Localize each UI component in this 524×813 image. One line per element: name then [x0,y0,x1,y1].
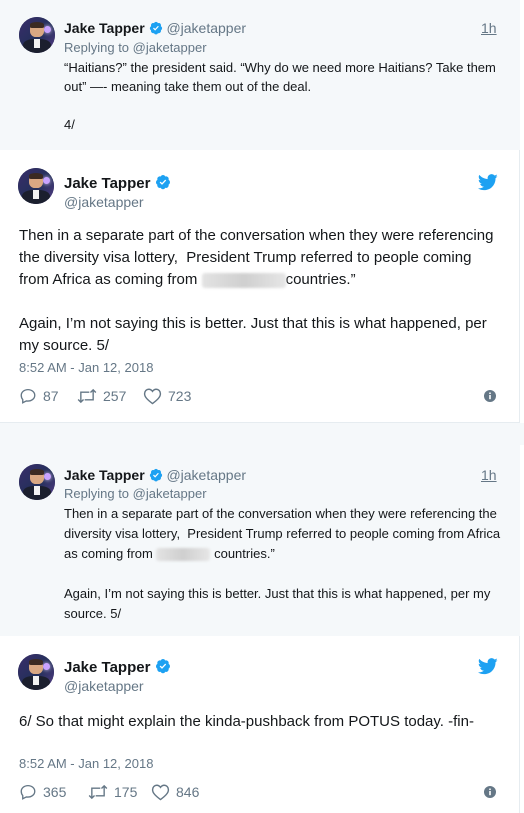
reply-tweet-4[interactable]: Jake Tapper @jaketapper 1h Replying to @… [0,0,520,150]
avatar[interactable] [19,464,55,500]
avatar[interactable] [19,17,55,53]
tweet-timestamp[interactable]: 8:52 AM - Jan 12, 2018 [19,756,153,771]
retweet-button[interactable]: 175 [88,783,137,801]
like-heart-icon [143,388,162,405]
like-button[interactable]: 723 [143,387,191,405]
reply-button[interactable]: 87 [19,387,59,405]
tweet-time[interactable]: 1h [481,20,497,36]
author-name[interactable]: Jake Tapper [64,659,150,676]
reply-count: 365 [43,784,67,800]
tweet-5[interactable]: Jake Tapper @jaketapper Then in a separa… [0,150,520,423]
thread-gap [0,423,524,445]
author-name[interactable]: Jake Tapper [64,175,150,192]
avatar[interactable] [18,654,54,690]
retweet-icon [77,388,97,404]
retweet-icon [88,784,108,800]
reply-icon [20,784,36,800]
like-button[interactable]: 846 [151,783,199,801]
verified-badge-icon [155,659,170,674]
tweet-text: Then in a separate part of the conversat… [64,504,504,624]
info-icon[interactable] [484,390,496,402]
tweet-text-part2: countries.” [210,546,275,561]
twitter-bird-icon[interactable] [478,174,498,191]
tweet-text: 6/ So that might explain the kinda-pushb… [19,713,474,730]
author-handle[interactable]: @jaketapper [64,194,144,210]
author-name[interactable]: Jake Tapper [64,467,145,483]
verified-badge-icon [149,468,162,482]
redacted-word [201,272,286,288]
redacted-word [156,548,211,562]
retweet-button[interactable]: 257 [77,387,126,405]
tweet-timestamp[interactable]: 8:52 AM - Jan 12, 2018 [19,360,153,375]
tweet-text-para2: Again, I’m not saying this is better. Ju… [64,586,494,621]
tweet-text: Then in a separate part of the conversat… [19,225,499,357]
tweet-text: “Haitians?” the president said. “Why do … [64,60,496,132]
tweet-6[interactable]: Jake Tapper @jaketapper 6/ So that might… [0,636,520,813]
like-count: 723 [168,388,192,404]
reply-count: 87 [43,388,59,404]
retweet-count: 175 [114,784,138,800]
verified-badge-icon [149,21,162,35]
twitter-bird-icon[interactable] [478,658,498,675]
author-handle[interactable]: @jaketapper [166,467,246,483]
tweet-text-para2: Again, I’m not saying this is better. Ju… [19,315,491,354]
author-handle[interactable]: @jaketapper [166,20,246,36]
info-icon[interactable] [484,786,496,798]
author-handle[interactable]: @jaketapper [64,678,144,694]
tweet-text-part1: Then in a separate part of the conversat… [64,506,504,561]
replying-to[interactable]: Replying to @jaketapper [64,40,207,55]
retweet-count: 257 [103,388,127,404]
like-heart-icon [151,784,170,801]
like-count: 846 [176,784,200,800]
replying-to[interactable]: Replying to @jaketapper [64,486,207,501]
avatar[interactable] [18,168,54,204]
reply-tweet-5[interactable]: Jake Tapper @jaketapper 1h Replying to @… [0,445,520,636]
tweet-text-part2: countries.” [285,271,356,288]
reply-icon [20,388,36,404]
reply-button[interactable]: 365 [19,783,66,801]
verified-badge-icon [155,175,170,190]
author-name[interactable]: Jake Tapper [64,20,145,36]
tweet-time[interactable]: 1h [481,467,497,483]
